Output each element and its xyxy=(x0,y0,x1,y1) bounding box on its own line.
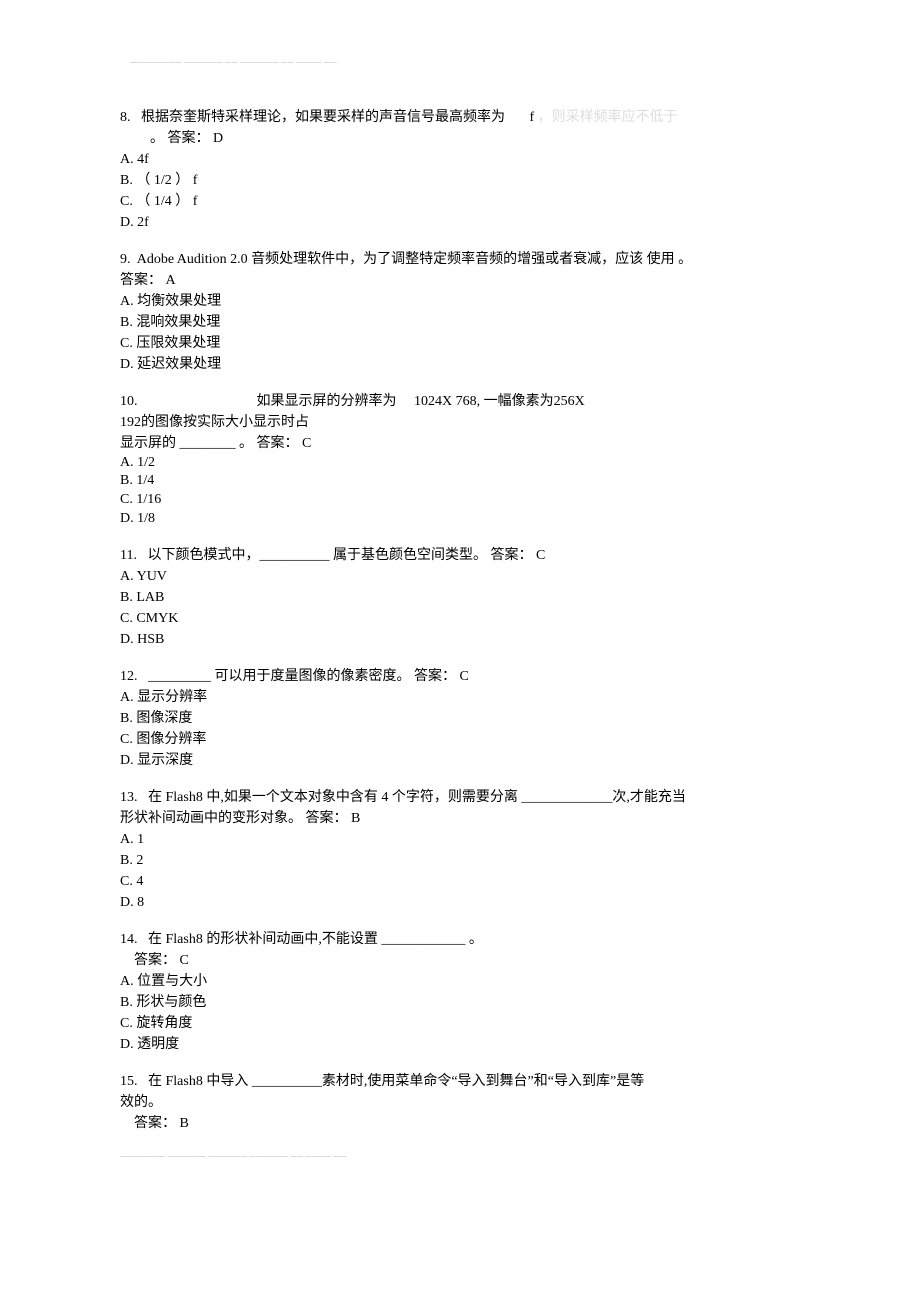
q10-num: 10. xyxy=(120,394,138,409)
q12-opt-d: D. 显示深度 xyxy=(120,750,800,771)
q10-text-d: 显示屏的 ________ 。 答案： C xyxy=(120,433,800,454)
q10-opt-d: D. 1/8 xyxy=(120,510,800,529)
q8-text-b: f xyxy=(530,110,535,125)
q12-opt-a: A. 显示分辨率 xyxy=(120,687,800,708)
q13-text-b: 形状补间动画中的变形对象。 答案： B xyxy=(120,808,800,829)
question-13: 13. 在 Flash8 中,如果一个文本对象中含有 4 个字符，则需要分离 _… xyxy=(120,787,800,913)
q10-opt-a: A. 1/2 xyxy=(120,454,800,473)
q13-num: 13. xyxy=(120,790,138,805)
q15-num: 15. xyxy=(120,1074,138,1089)
q12-opt-b: B. 图像深度 xyxy=(120,708,800,729)
document-page: ———————— —————— —— —————— —— ———— —— 8. … xyxy=(0,0,920,1303)
q8-num: 8. xyxy=(120,110,131,125)
q9-opt-d: D. 延迟效果处理 xyxy=(120,354,800,375)
q14-opt-d: D. 透明度 xyxy=(120,1034,800,1055)
question-12: 12. _________ 可以用于度量图像的像素密度。 答案： C A. 显示… xyxy=(120,666,800,771)
q11-opt-b: B. LAB xyxy=(120,587,800,608)
q8-opt-c: C. （ 1/4 ） f xyxy=(120,191,800,212)
q14-answer: 答案： C xyxy=(134,953,189,968)
footer-watermark: ——————— —————— —————— —————— —— ———— —— xyxy=(120,1154,800,1161)
q14-opt-a: A. 位置与大小 xyxy=(120,971,800,992)
q8-opt-a: A. 4f xyxy=(120,149,800,170)
q8-text-c: 。 答案： D xyxy=(150,131,223,146)
q11-num: 11. xyxy=(120,548,137,563)
q14-num: 14. xyxy=(120,932,138,947)
q8-trailing: ，则采样频率应不低于 xyxy=(538,110,678,125)
q12-num: 12. xyxy=(120,669,138,684)
q9-opt-a: A. 均衡效果处理 xyxy=(120,291,800,312)
q8-text-a: 根据奈奎斯特采样理论，如果要采样的声音信号最高频率为 xyxy=(141,110,505,125)
q15-text-b: 效的。 xyxy=(120,1092,800,1113)
q13-opt-d: D. 8 xyxy=(120,892,800,913)
q10-text-a: 如果显示屏的分辨率为 xyxy=(257,394,397,409)
q13-text-a: 在 Flash8 中,如果一个文本对象中含有 4 个字符，则需要分离 _____… xyxy=(148,790,686,805)
question-14: 14. 在 Flash8 的形状补间动画中,不能设置 ____________ … xyxy=(120,929,800,1055)
header-watermark: ———————— —————— —— —————— —— ———— —— xyxy=(130,60,800,67)
q9-opt-b: B. 混响效果处理 xyxy=(120,312,800,333)
q14-text: 在 Flash8 的形状补间动画中,不能设置 ____________ 。 xyxy=(148,932,483,947)
q9-opt-c: C. 压限效果处理 xyxy=(120,333,800,354)
q11-opt-c: C. CMYK xyxy=(120,608,800,629)
question-15: 15. 在 Flash8 中导入 __________素材时,使用菜单命令“导入… xyxy=(120,1071,800,1134)
q10-opt-b: B. 1/4 xyxy=(120,472,800,491)
q8-opt-b: B. （ 1/2 ） f xyxy=(120,170,800,191)
question-10: 10. 如果显示屏的分辨率为 1024X 768, 一幅像素为256X 192的… xyxy=(120,391,800,530)
q8-opt-d: D. 2f xyxy=(120,212,800,233)
q12-text: _________ 可以用于度量图像的像素密度。 答案： C xyxy=(148,669,469,684)
q14-opt-b: B. 形状与颜色 xyxy=(120,992,800,1013)
q11-text: 以下颜色模式中，__________ 属于基色颜色空间类型。 答案： C xyxy=(147,548,545,563)
q9-text: Adobe Audition 2.0 音频处理软件中，为了调整特定频率音频的增强… xyxy=(137,252,692,267)
q13-opt-c: C. 4 xyxy=(120,871,800,892)
q9-num: 9. xyxy=(120,252,131,267)
question-9: 9. Adobe Audition 2.0 音频处理软件中，为了调整特定频率音频… xyxy=(120,249,800,375)
q9-answer: 答案： A xyxy=(120,270,800,291)
q11-opt-d: D. HSB xyxy=(120,629,800,650)
q13-opt-b: B. 2 xyxy=(120,850,800,871)
question-11: 11. 以下颜色模式中，__________ 属于基色颜色空间类型。 答案： C… xyxy=(120,545,800,650)
q10-text-c: 192的图像按实际大小显示时占 xyxy=(120,412,800,433)
q10-text-b: 1024X 768, 一幅像素为256X xyxy=(414,394,585,409)
q12-opt-c: C. 图像分辨率 xyxy=(120,729,800,750)
q15-text-a: 在 Flash8 中导入 __________素材时,使用菜单命令“导入到舞台”… xyxy=(148,1074,644,1089)
q15-answer: 答案： B xyxy=(134,1116,189,1131)
q13-opt-a: A. 1 xyxy=(120,829,800,850)
q11-opt-a: A. YUV xyxy=(120,566,800,587)
q10-opt-c: C. 1/16 xyxy=(120,491,800,510)
q14-opt-c: C. 旋转角度 xyxy=(120,1013,800,1034)
question-8: 8. 根据奈奎斯特采样理论，如果要采样的声音信号最高频率为 f ，则采样频率应不… xyxy=(120,107,800,233)
